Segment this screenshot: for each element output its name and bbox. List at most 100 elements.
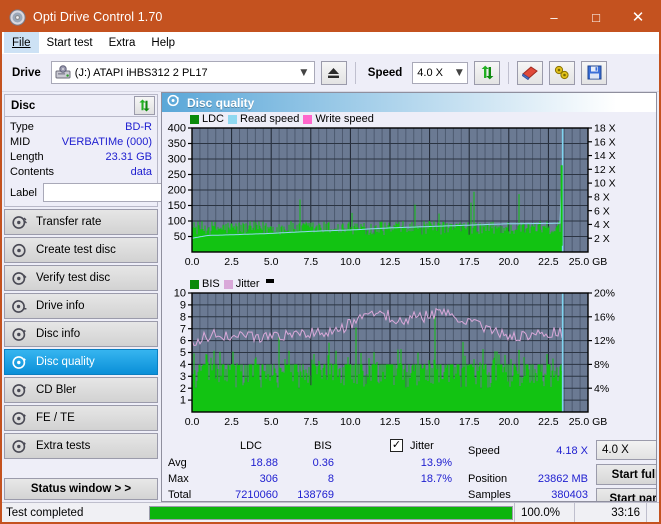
svg-text:2: 2	[180, 383, 186, 395]
position-label: Position	[468, 473, 508, 485]
svg-text:350: 350	[168, 138, 186, 150]
svg-text:7.5: 7.5	[303, 416, 318, 428]
sidebar: Disc Type BD-R MID VERBATIMe (000) Lengt…	[2, 92, 245, 502]
test-speed-value: 4.0 X	[602, 444, 629, 456]
svg-text:2.5: 2.5	[224, 256, 239, 268]
test-speed-select[interactable]: 4.0 X ▼	[596, 440, 656, 460]
legend-swatch-bis	[190, 279, 199, 289]
minimize-button[interactable]: –	[533, 2, 575, 32]
speed-select[interactable]: 4.0 X ▼	[412, 61, 469, 84]
menu-file-label: File	[12, 36, 31, 49]
drive-select[interactable]: (J:) ATAPI iHBS312 2 PL17 ▼	[50, 61, 315, 84]
legend-entry-read-speed: Read speed	[228, 113, 299, 125]
ldc-chart-legend: LDC Read speed Write speed	[190, 113, 374, 125]
svg-text:7: 7	[180, 323, 186, 335]
app-window: Opti Drive Control 1.70 – □ ✕ File Start…	[0, 0, 661, 524]
svg-text:4 X: 4 X	[594, 219, 610, 231]
disc-row-contents-key: Contents	[10, 166, 55, 178]
menu-start-test[interactable]: Start test	[39, 32, 101, 53]
svg-text:6: 6	[180, 335, 186, 347]
legend-swatch-read-speed	[228, 114, 238, 124]
svg-text:9: 9	[180, 300, 186, 312]
drive-icon	[55, 65, 71, 80]
legend-marker-icon	[265, 279, 274, 283]
svg-text:8 X: 8 X	[594, 191, 610, 203]
menu-file[interactable]: File	[4, 32, 39, 53]
sidebar-item-disc-info[interactable]: Disc info	[4, 321, 158, 347]
svg-text:4%: 4%	[594, 383, 609, 395]
sidebar-item-fe-te[interactable]: FE / TE	[4, 405, 158, 431]
save-disk-icon	[587, 65, 602, 80]
legend-label-bis: BIS	[202, 278, 220, 290]
resize-grip-icon[interactable]	[646, 502, 659, 522]
menu-bar: File Start test Extra Help	[2, 32, 659, 54]
stats-max-bis: 8	[327, 473, 334, 485]
maximize-button[interactable]: □	[575, 2, 617, 32]
toolbar-divider-1	[354, 61, 356, 84]
page-title: Disc quality	[187, 95, 255, 110]
status-bar: Test completed 100.0% 33:16	[2, 502, 659, 522]
title-bar: Opti Drive Control 1.70 – □ ✕	[2, 2, 659, 32]
main-pane: Disc quality LDC Read speed Write speed	[161, 92, 657, 502]
sidebar-item-verify-test-disc[interactable]: Verify test disc	[4, 265, 158, 291]
sidebar-item-disc-quality[interactable]: Disc quality	[4, 349, 158, 375]
sidebar-item-transfer-rate[interactable]: Transfer rate	[4, 209, 158, 235]
sidebar-item-create-test-disc[interactable]: Create test disc	[4, 237, 158, 263]
svg-text:22.5: 22.5	[538, 256, 559, 268]
svg-text:100: 100	[168, 216, 186, 228]
jitter-checkbox[interactable]: ✓	[390, 439, 403, 452]
chevron-down-icon[interactable]: ▼	[451, 68, 467, 78]
stats-table: LDC BIS ✓ Jitter Avg 18.88 0.36 13.9% Ma…	[168, 439, 468, 501]
start-part-button[interactable]: Start part	[596, 488, 656, 501]
stats-total-bis: 138769	[297, 489, 334, 501]
drive-info-icon	[12, 299, 27, 314]
svg-text:20.0: 20.0	[499, 256, 520, 268]
svg-text:12%: 12%	[594, 335, 615, 347]
progress-bar-fill	[150, 506, 512, 519]
legend-entry-ldc: LDC	[190, 113, 224, 125]
disc-panel-header: Disc	[5, 95, 157, 117]
save-button[interactable]	[581, 60, 608, 85]
legend-entry-jitter: Jitter	[223, 278, 260, 290]
disc-refresh-button[interactable]	[134, 96, 155, 115]
app-disc-icon	[8, 8, 26, 26]
svg-text:5.0: 5.0	[264, 256, 279, 268]
svg-text:250: 250	[168, 169, 186, 181]
sidebar-item-drive-info[interactable]: Drive info	[4, 293, 158, 319]
tools-button[interactable]	[549, 60, 576, 85]
svg-text:3: 3	[180, 371, 186, 383]
status-window-button[interactable]: Status window > >	[4, 478, 158, 500]
sidebar-item-label: FE / TE	[36, 412, 75, 424]
erase-button[interactable]	[517, 60, 544, 85]
stats-col-ldc: LDC	[240, 440, 263, 452]
sidebar-item-label: Create test disc	[36, 244, 116, 256]
sidebar-item-extra-tests[interactable]: Extra tests	[4, 433, 158, 459]
disc-label-row: Label	[10, 183, 245, 202]
ldc-chart-canvas: 400 350 300 250 200 150 100 50 18 X16 X 14 X 12 X 1…	[168, 123, 616, 268]
stats-controls: Speed 4.18 X Position 23862 MB Samples 3…	[468, 439, 656, 501]
speed-result-value: 4.18 X	[556, 445, 588, 457]
chevron-down-icon[interactable]: ▼	[296, 68, 312, 78]
svg-text:0.0: 0.0	[185, 416, 200, 428]
disc-info-icon	[12, 327, 27, 342]
svg-text:17.5: 17.5	[459, 256, 480, 268]
eject-button[interactable]	[320, 60, 347, 85]
legend-entry-bis: BIS	[190, 278, 220, 290]
svg-text:8: 8	[180, 311, 186, 323]
bis-chart: BIS Jitter 10 9 8 7 6 5 4 3 2 1 20% 16% 12% 8% 4% 0.0 2.…	[162, 278, 656, 436]
position-value: 23862 MB	[537, 473, 588, 485]
drive-label: Drive	[12, 66, 41, 79]
start-full-button[interactable]: Start full	[596, 464, 656, 485]
refresh-button[interactable]	[474, 60, 501, 85]
svg-text:20%: 20%	[594, 288, 615, 300]
menu-extra[interactable]: Extra	[101, 32, 144, 53]
window-title: Opti Drive Control 1.70	[33, 10, 163, 24]
menu-start-test-label: Start test	[46, 36, 93, 49]
svg-text:12 X: 12 X	[594, 164, 616, 176]
disc-row-mid-value: VERBATIMe (000)	[61, 136, 152, 148]
menu-help[interactable]: Help	[143, 32, 183, 53]
disc-row-contents: Contents data	[10, 165, 152, 180]
close-button[interactable]: ✕	[617, 2, 659, 32]
sidebar-item-cd-bler[interactable]: CD Bler	[4, 377, 158, 403]
svg-text:15.0: 15.0	[419, 416, 440, 428]
